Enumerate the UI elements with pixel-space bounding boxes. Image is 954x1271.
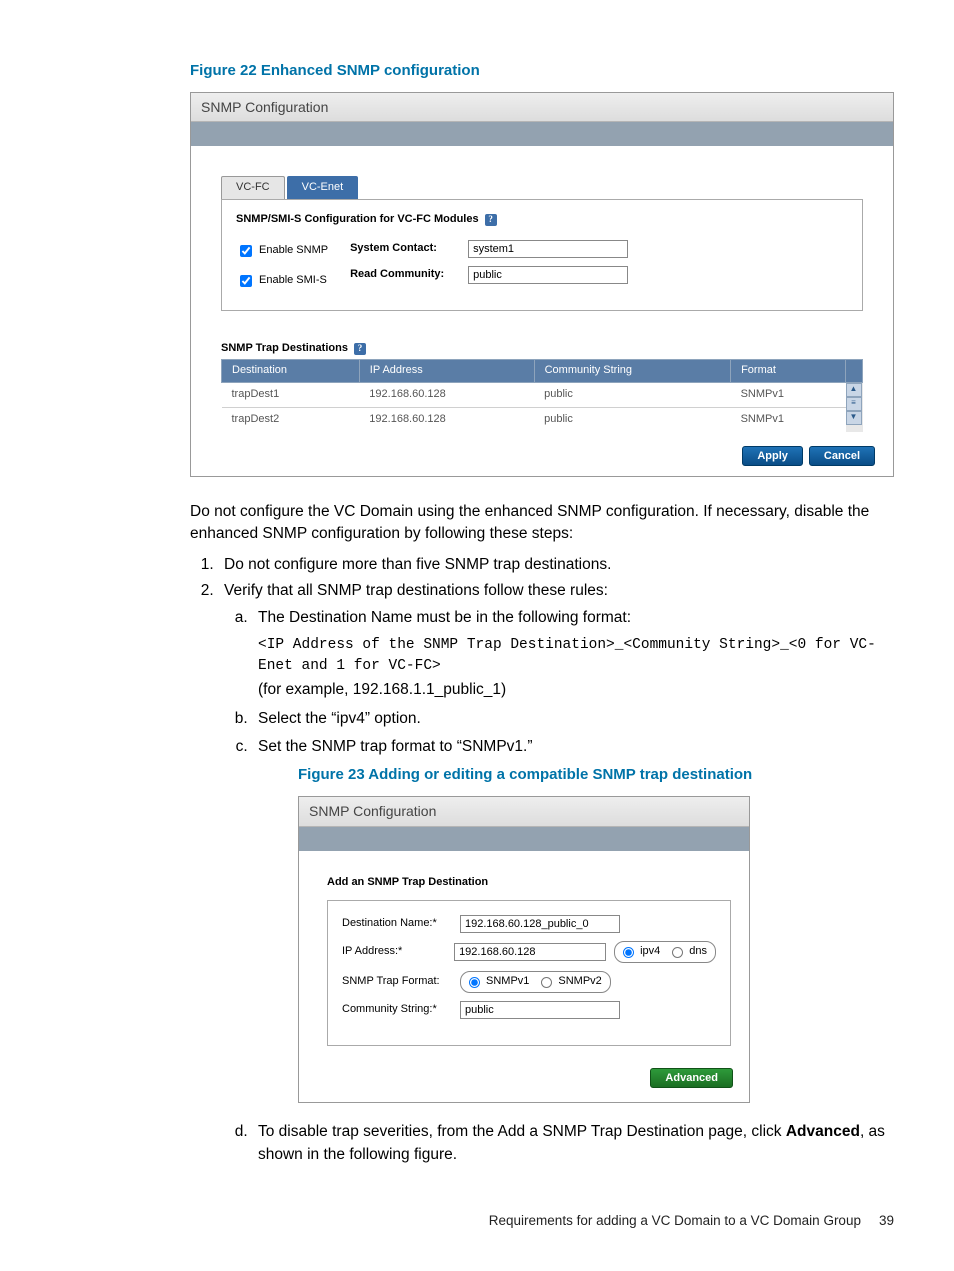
ip-input[interactable] xyxy=(454,943,606,961)
trap-section-title: SNMP Trap Destinations xyxy=(221,341,348,357)
snmpv2-radio[interactable] xyxy=(541,977,552,988)
figure-23-title: Figure 23 Adding or editing a compatible… xyxy=(298,764,894,786)
col-ip: IP Address xyxy=(359,359,534,382)
steps-list: Do not configure more than five SNMP tra… xyxy=(190,554,894,1167)
table-row[interactable]: trapDest1 192.168.60.128 public SNMPv1 ▲… xyxy=(222,382,863,407)
panel-toolbar xyxy=(191,122,893,146)
panel-header: SNMP Configuration xyxy=(191,93,893,122)
format-label: SNMP Trap Format: xyxy=(342,974,452,990)
cell-cs: public xyxy=(534,382,730,407)
apply-button[interactable]: Apply xyxy=(742,446,803,466)
cell-fmt: SNMPv1 xyxy=(731,407,846,431)
cell-ip: 192.168.60.128 xyxy=(359,382,534,407)
dns-radio[interactable] xyxy=(672,947,683,958)
advanced-button[interactable]: Advanced xyxy=(650,1068,733,1088)
cell-cs: public xyxy=(534,407,730,431)
cell-dest: trapDest1 xyxy=(222,382,360,407)
step-2: Verify that all SNMP trap destinations f… xyxy=(218,580,894,1166)
col-community: Community String xyxy=(534,359,730,382)
ip-label: IP Address:* xyxy=(342,944,446,960)
add-trap-panel: SNMP Configuration Add an SNMP Trap Dest… xyxy=(298,796,750,1103)
advanced-bold: Advanced xyxy=(786,1123,860,1140)
col-destination: Destination xyxy=(222,359,360,382)
cell-dest: trapDest2 xyxy=(222,407,360,431)
tab-vc-fc[interactable]: VC-FC xyxy=(221,176,285,199)
step-2a-code: <IP Address of the SNMP Trap Destination… xyxy=(258,635,894,677)
scroll-thumb[interactable]: ≡ xyxy=(846,397,862,411)
tab-strip: VC-FC VC-Enet xyxy=(221,176,863,199)
enable-smis-option[interactable]: Enable SMI-S xyxy=(236,272,328,290)
tab-content: SNMP/SMI-S Configuration for VC-FC Modul… xyxy=(221,199,863,311)
cell-fmt: SNMPv1 xyxy=(731,382,846,407)
system-contact-input[interactable] xyxy=(468,240,628,258)
cancel-button[interactable]: Cancel xyxy=(809,446,875,466)
snmpv2-label: SNMPv2 xyxy=(558,974,601,990)
help-icon[interactable]: ? xyxy=(354,343,366,355)
step-2c: Set the SNMP trap format to “SNMPv1.” xyxy=(252,736,894,758)
cs-input[interactable] xyxy=(460,1001,620,1019)
ipv4-radio[interactable] xyxy=(623,947,634,958)
format-group: SNMPv1 SNMPv2 xyxy=(460,971,611,993)
intro-paragraph: Do not configure the VC Domain using the… xyxy=(190,501,894,546)
scroll-up-icon[interactable]: ▲ xyxy=(846,383,862,397)
table-row[interactable]: trapDest2 192.168.60.128 public SNMPv1 xyxy=(222,407,863,431)
cell-ip: 192.168.60.128 xyxy=(359,407,534,431)
step-2b: Select the “ipv4” option. xyxy=(252,708,894,730)
figure-22-title: Figure 22 Enhanced SNMP configuration xyxy=(190,60,894,82)
read-community-label: Read Community: xyxy=(350,267,460,283)
footer-text: Requirements for adding a VC Domain to a… xyxy=(489,1211,861,1231)
step-2a-example: (for example, 192.168.1.1_public_1) xyxy=(258,681,506,698)
enable-smis-label: Enable SMI-S xyxy=(259,273,327,289)
system-contact-label: System Contact: xyxy=(350,241,460,257)
snmpv1-label: SNMPv1 xyxy=(486,974,529,990)
step-2-text: Verify that all SNMP trap destinations f… xyxy=(224,582,608,599)
scroll-down-icon[interactable]: ▼ xyxy=(846,411,862,425)
dest-name-input[interactable] xyxy=(460,915,620,933)
add-box-title: Add an SNMP Trap Destination xyxy=(327,875,731,891)
enable-snmp-checkbox[interactable] xyxy=(240,245,252,257)
snmp-config-panel: SNMP Configuration VC-FC VC-Enet SNMP/SM… xyxy=(190,92,894,477)
step-2a-text: The Destination Name must be in the foll… xyxy=(258,609,631,626)
trap-destinations-table: Destination IP Address Community String … xyxy=(221,359,863,432)
footer-page: 39 xyxy=(879,1211,894,1231)
section-title: SNMP/SMI-S Configuration for VC-FC Modul… xyxy=(236,212,479,228)
panel2-toolbar xyxy=(299,827,749,851)
help-icon[interactable]: ? xyxy=(485,214,497,226)
step-2a: The Destination Name must be in the foll… xyxy=(252,607,894,702)
ipv4-label: ipv4 xyxy=(640,944,660,960)
dns-label: dns xyxy=(689,944,707,960)
enable-snmp-option[interactable]: Enable SNMP xyxy=(236,242,328,260)
dest-name-label: Destination Name:* xyxy=(342,916,452,932)
read-community-input[interactable] xyxy=(468,266,628,284)
step-2d-text: To disable trap severities, from the Add… xyxy=(258,1123,786,1140)
snmpv1-radio[interactable] xyxy=(469,977,480,988)
step-2d: To disable trap severities, from the Add… xyxy=(252,1121,894,1166)
col-format: Format xyxy=(731,359,846,382)
cs-label: Community String:* xyxy=(342,1002,452,1018)
panel2-header: SNMP Configuration xyxy=(299,797,749,826)
tab-vc-enet[interactable]: VC-Enet xyxy=(287,176,359,199)
enable-smis-checkbox[interactable] xyxy=(240,275,252,287)
page-footer: Requirements for adding a VC Domain to a… xyxy=(489,1211,894,1231)
enable-snmp-label: Enable SNMP xyxy=(259,243,328,259)
step-1: Do not configure more than five SNMP tra… xyxy=(218,554,894,576)
ip-type-group: ipv4 dns xyxy=(614,941,716,963)
